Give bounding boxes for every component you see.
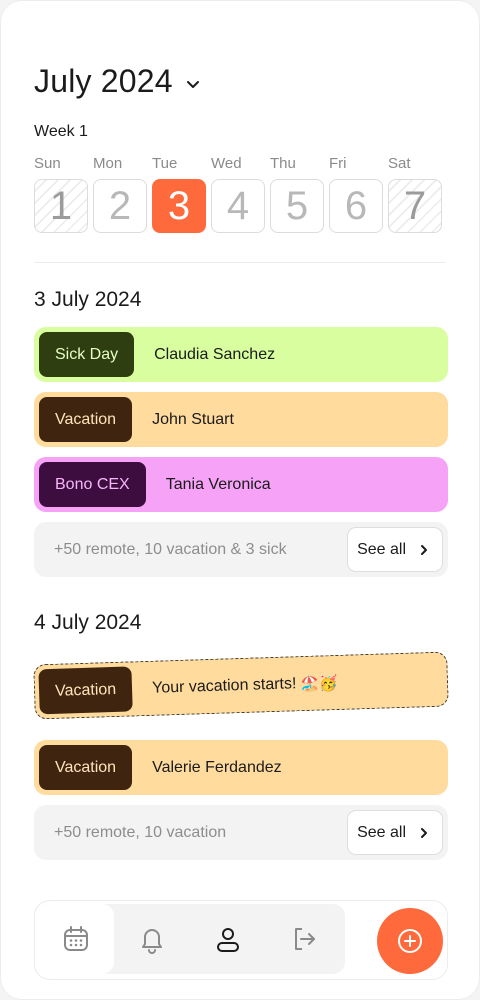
vacation-message: Your vacation starts! xyxy=(151,674,297,697)
user-icon xyxy=(217,928,239,952)
day-thu: Thu 5 xyxy=(270,155,324,233)
absence-type-tag: Vacation xyxy=(39,397,133,442)
month-selector[interactable]: July 2024 xyxy=(34,63,201,100)
day-name: Fri xyxy=(329,155,347,172)
employee-name: John Stuart xyxy=(152,410,234,428)
week-day-strip: Sun 1 Mon 2 Tue 3 Wed 4 Thu 5 Fri 6 Sat … xyxy=(34,155,442,233)
day-tue: Tue 3 xyxy=(152,155,206,233)
summary-row: +50 remote, 10 vacation See all xyxy=(34,805,448,860)
day-name: Mon xyxy=(93,155,123,172)
absence-type-tag: Sick Day xyxy=(39,332,135,377)
day-fri: Fri 6 xyxy=(329,155,383,233)
day-number-button[interactable]: 5 xyxy=(270,179,324,233)
absence-type-tag: Bono CEX xyxy=(39,462,146,507)
day-name: Sat xyxy=(388,155,411,172)
day-sat: Sat 7 xyxy=(388,155,442,233)
nav-profile[interactable] xyxy=(190,904,266,974)
day-name: Sun xyxy=(34,155,61,172)
employee-name: Valerie Ferdandez xyxy=(152,758,282,776)
chevron-down-icon xyxy=(186,80,199,88)
day-number-button-selected[interactable]: 3 xyxy=(152,179,206,233)
employee-name: Claudia Sanchez xyxy=(154,345,276,363)
day-number-button[interactable]: 4 xyxy=(211,179,265,233)
absence-card[interactable]: Sick Day Claudia Sanchez xyxy=(34,327,448,382)
absence-type-tag: Vacation xyxy=(38,666,133,715)
summary-text: +50 remote, 10 vacation xyxy=(54,823,227,841)
month-title: July 2024 xyxy=(34,63,173,99)
day-name: Thu xyxy=(270,155,296,172)
day-number-button[interactable]: 2 xyxy=(93,179,147,233)
absence-type-tag: Vacation xyxy=(39,745,133,790)
absence-card[interactable]: Vacation John Stuart xyxy=(34,392,448,447)
absence-card[interactable]: Vacation Valerie Ferdandez xyxy=(34,740,448,795)
chevron-right-icon xyxy=(421,827,427,838)
day-sun: Sun 1 xyxy=(34,155,88,233)
section-date-title: 4 July 2024 xyxy=(34,611,142,634)
day-number-button[interactable]: 1 xyxy=(34,179,88,233)
summary-text: +50 remote, 10 vacation & 3 sick xyxy=(54,540,287,558)
chevron-right-icon xyxy=(421,544,427,555)
app-screen: July 2024 Week 1 Sun 1 Mon 2 Tue 3 Wed 4… xyxy=(0,0,480,1000)
nav-calendar[interactable] xyxy=(38,904,114,974)
my-vacation-card[interactable]: Vacation Your vacation starts! 🏖️🥳 xyxy=(33,651,449,720)
day-number-button[interactable]: 7 xyxy=(388,179,442,233)
plus-circle-icon xyxy=(398,929,422,953)
calendar-icon xyxy=(64,926,88,951)
section-date-title: 3 July 2024 xyxy=(34,288,142,311)
day-mon: Mon 2 xyxy=(93,155,147,233)
see-all-label: See all xyxy=(357,823,406,841)
employee-name: Tania Veronica xyxy=(165,475,271,493)
day-wed: Wed 4 xyxy=(211,155,265,233)
day-name: Wed xyxy=(211,155,242,172)
day-name: Tue xyxy=(152,155,178,172)
week-label: Week 1 xyxy=(34,123,88,140)
nav-tab-group xyxy=(38,904,345,974)
bottom-nav xyxy=(34,900,448,980)
nav-logout[interactable] xyxy=(266,904,342,974)
see-all-button[interactable]: See all xyxy=(347,810,443,855)
day-number-button[interactable]: 6 xyxy=(329,179,383,233)
bell-icon xyxy=(142,929,162,954)
divider xyxy=(34,262,446,263)
summary-row: +50 remote, 10 vacation & 3 sick See all xyxy=(34,522,448,577)
absence-card[interactable]: Bono CEX Tania Veronica xyxy=(34,457,448,512)
nav-notifications[interactable] xyxy=(114,904,190,974)
see-all-label: See all xyxy=(357,540,406,558)
beach-party-emoji: 🏖️🥳 xyxy=(300,674,339,693)
logout-icon xyxy=(295,928,315,950)
see-all-button[interactable]: See all xyxy=(347,527,443,572)
add-button[interactable] xyxy=(377,908,443,974)
